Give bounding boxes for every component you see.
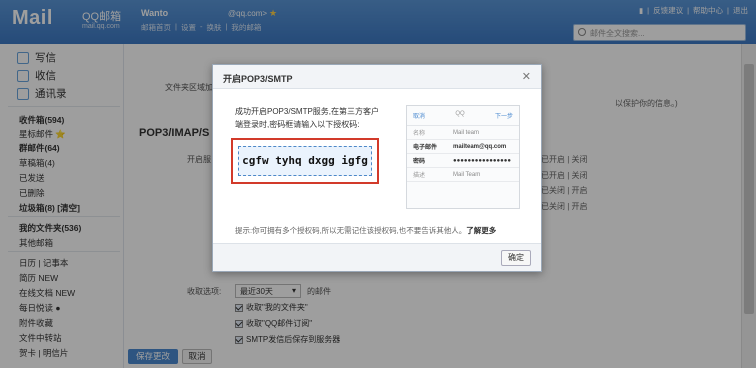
dialog-title: 开启POP3/SMTP bbox=[223, 74, 293, 84]
dialog-hint: 提示:你可拥有多个授权码,所以无需记住该授权码,也不要告诉其他人。了解更多 bbox=[235, 226, 497, 235]
dialog-header: 开启POP3/SMTP ✕ bbox=[213, 65, 541, 89]
close-icon[interactable]: ✕ bbox=[522, 70, 531, 83]
illustration-row: 密码 ●●●●●●●●●●●●●●●● bbox=[407, 154, 519, 168]
learn-more-link[interactable]: 了解更多 bbox=[466, 226, 496, 235]
illustration-header: 取消 QQ 下一步 bbox=[407, 106, 519, 126]
pop3-smtp-dialog: 开启POP3/SMTP ✕ 成功开启POP3/SMTP服务,在第三方客户端登录时… bbox=[212, 64, 542, 272]
client-config-illustration: 取消 QQ 下一步 名称 Mail team 电子邮件 mailteam@qq.co… bbox=[406, 105, 520, 209]
illustration-row: 电子邮件 mailteam@qq.com bbox=[407, 140, 519, 154]
illustration-row: 名称 Mail team bbox=[407, 126, 519, 140]
auth-code[interactable]: cgfw tyhq dxgg igfg bbox=[238, 146, 372, 176]
illustration-row: 描述 Mail Team bbox=[407, 168, 519, 182]
dialog-footer: 确定 bbox=[213, 243, 541, 271]
dialog-description: 成功开启POP3/SMTP服务,在第三方客户端登录时,密码框请输入以下授权码: bbox=[235, 107, 380, 129]
confirm-button[interactable]: 确定 bbox=[501, 250, 531, 266]
auth-code-highlight: cgfw tyhq dxgg igfg bbox=[231, 138, 379, 184]
